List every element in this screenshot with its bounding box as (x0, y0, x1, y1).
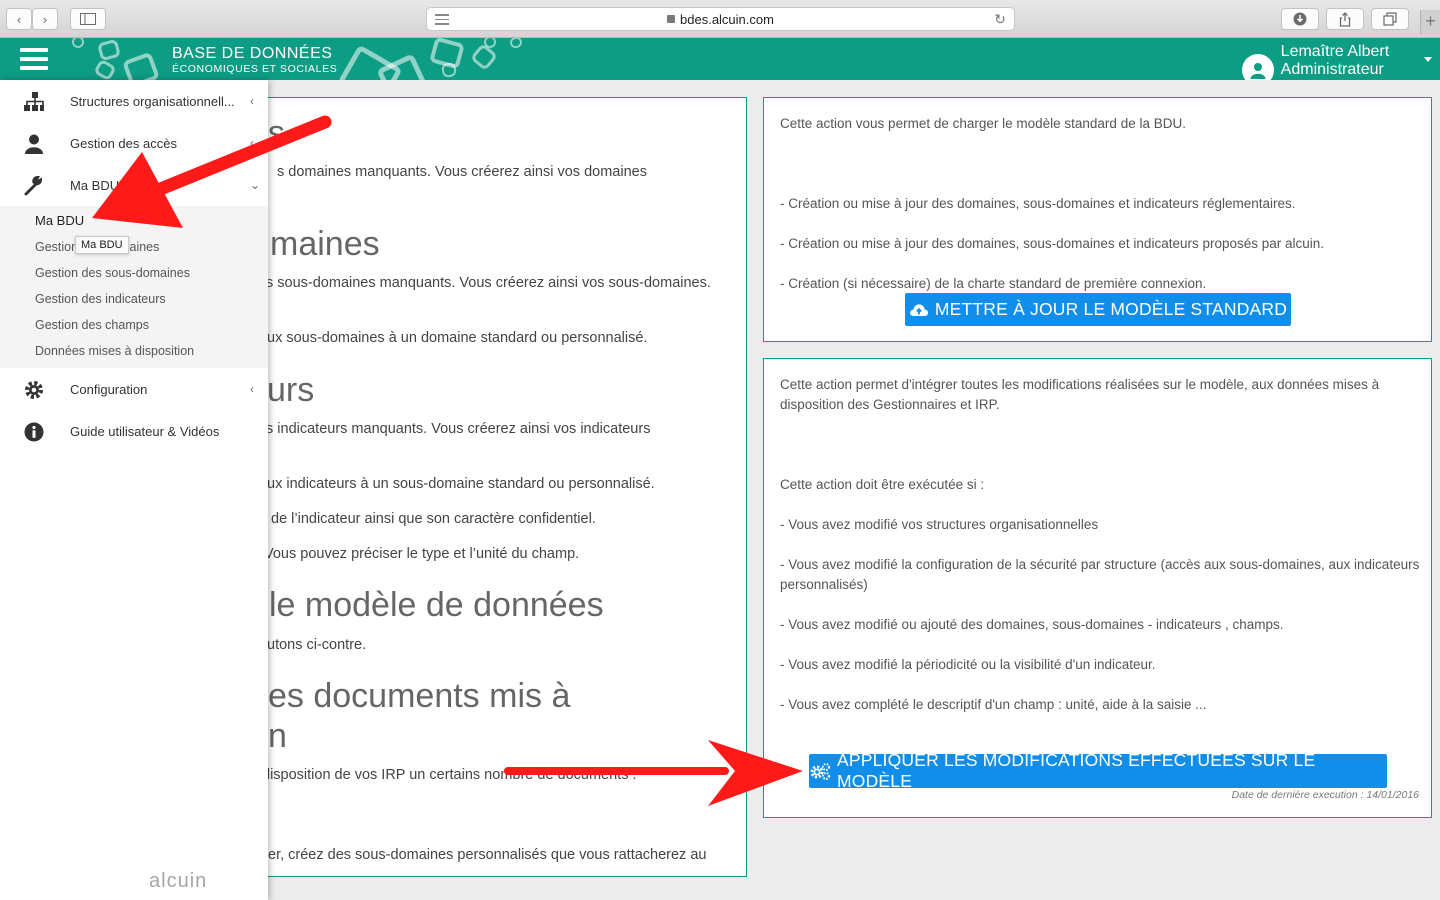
arrow-to-ma-bdu-icon (92, 115, 332, 228)
arrow-to-apply-button-icon (504, 740, 803, 806)
annotation-arrows (92, 115, 803, 806)
